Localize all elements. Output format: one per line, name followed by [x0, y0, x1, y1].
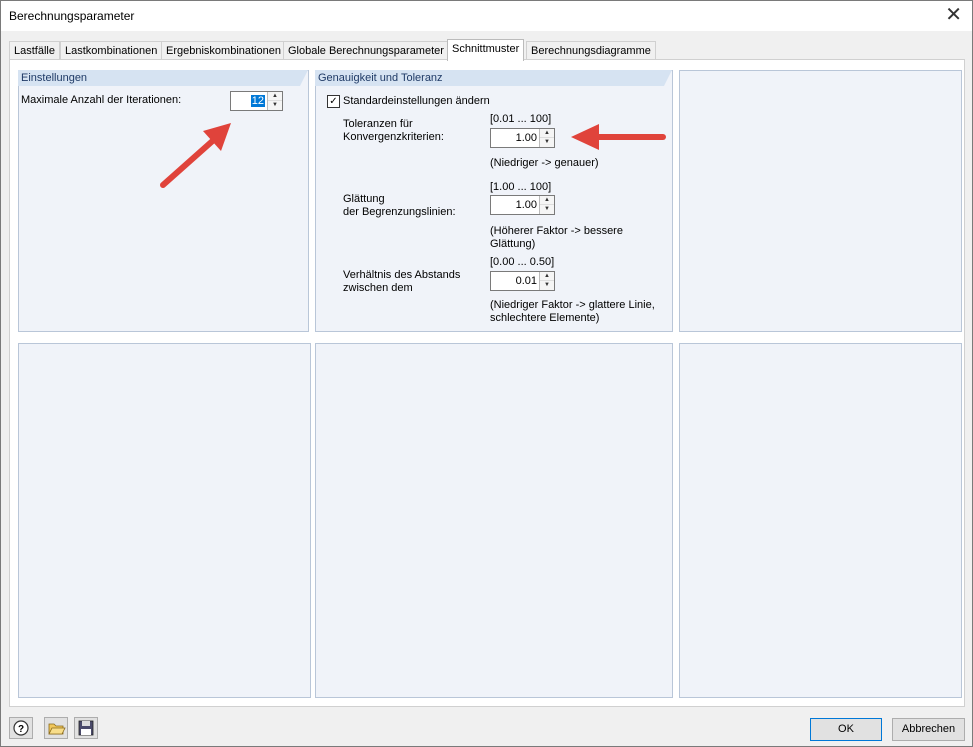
check-icon: ✓ [329, 96, 338, 107]
tab-lastfaelle[interactable]: Lastfälle [9, 41, 60, 60]
smoothing-hint-2: Glättung) [490, 238, 536, 250]
open-button[interactable] [44, 717, 68, 739]
spin-down-icon[interactable]: ▼ [540, 281, 554, 290]
distance-hint-1: (Niedriger Faktor -> glattere Linie, [490, 299, 655, 311]
spin-up-icon[interactable]: ▲ [540, 272, 554, 281]
settings-panel-header: Einstellungen [18, 70, 308, 86]
empty-panel-bottom-right [679, 343, 962, 698]
cancel-button[interactable]: Abbrechen [892, 718, 965, 741]
annotation-arrow-right [571, 124, 666, 150]
tab-label: Schnittmuster [452, 43, 520, 55]
empty-panel-bottom-center [315, 343, 673, 698]
tab-label: Ergebniskombinationen [166, 45, 281, 57]
tab-label: Lastkombinationen [65, 45, 158, 57]
iterations-value[interactable]: 12 [250, 95, 265, 107]
iterations-label: Maximale Anzahl der Iterationen: [21, 94, 182, 106]
tab-schnittmuster[interactable]: Schnittmuster [447, 39, 525, 61]
folder-open-icon [48, 723, 66, 735]
change-defaults-label: Standardeinstellungen ändern [343, 95, 490, 107]
close-icon[interactable]: ✕ [945, 4, 962, 26]
tolerance-label-1: Toleranzen für [343, 118, 413, 130]
settings-panel-title: Einstellungen [21, 72, 88, 84]
distance-ratio-spinner[interactable]: 0.01 ▲ ▼ [490, 271, 555, 291]
tolerance-value[interactable]: 1.00 [516, 132, 537, 144]
ok-button[interactable]: OK [810, 718, 882, 741]
accuracy-panel-header: Genauigkeit und Toleranz [315, 70, 672, 86]
tolerance-range: [0.01 ... 100] [490, 113, 552, 125]
tab-lastkombinationen[interactable]: Lastkombinationen [60, 41, 163, 60]
empty-panel-top-right [679, 70, 962, 332]
annotation-arrow-left [160, 123, 231, 188]
help-button[interactable]: ? [9, 717, 33, 739]
spin-up-icon[interactable]: ▲ [540, 196, 554, 205]
accuracy-panel-title: Genauigkeit und Toleranz [318, 72, 443, 84]
tab-globale-berechnungsparameter[interactable]: Globale Berechnungsparameter [283, 41, 449, 60]
tab-ergebniskombinationen[interactable]: Ergebniskombinationen [161, 41, 286, 60]
spin-up-icon[interactable]: ▲ [540, 129, 554, 138]
smoothing-range: [1.00 ... 100] [490, 181, 552, 193]
tolerance-label-2: Konvergenzkriterien: [343, 131, 444, 143]
help-icon: ? [13, 720, 29, 736]
distance-label-1: Verhältnis des Abstands [343, 269, 461, 281]
accuracy-panel: Genauigkeit und Toleranz ✓ Standardeinst… [315, 70, 673, 332]
change-defaults-checkbox[interactable]: ✓ [327, 95, 340, 108]
save-button[interactable] [74, 717, 98, 739]
title-bar: Berechnungsparameter ✕ [1, 1, 972, 31]
distance-range: [0.00 ... 0.50] [490, 256, 555, 268]
spin-down-icon[interactable]: ▼ [540, 138, 554, 147]
tab-label: Lastfälle [14, 45, 55, 57]
dialog-window: Berechnungsparameter ✕ Lastfälle Lastkom… [0, 0, 973, 747]
smoothing-spinner[interactable]: 1.00 ▲ ▼ [490, 195, 555, 215]
settings-panel: Einstellungen Maximale Anzahl der Iterat… [18, 70, 309, 332]
save-icon [78, 720, 94, 736]
tab-label: Berechnungsdiagramme [531, 45, 651, 57]
svg-text:?: ? [18, 724, 24, 735]
spin-down-icon[interactable]: ▼ [540, 205, 554, 214]
smoothing-label-2: der Begrenzungslinien: [343, 206, 456, 218]
tolerance-hint: (Niedriger -> genauer) [490, 157, 599, 169]
smoothing-value[interactable]: 1.00 [516, 199, 537, 211]
distance-ratio-value[interactable]: 0.01 [516, 275, 537, 287]
smoothing-hint-1: (Höherer Faktor -> bessere [490, 225, 623, 237]
spin-down-icon[interactable]: ▼ [268, 101, 282, 110]
spin-up-icon[interactable]: ▲ [268, 92, 282, 101]
tab-label: Globale Berechnungsparameter [288, 45, 444, 57]
distance-hint-2: schlechtere Elemente) [490, 312, 600, 324]
distance-label-2: zwischen dem [343, 282, 413, 294]
smoothing-label-1: Glättung [343, 193, 385, 205]
tolerance-spinner[interactable]: 1.00 ▲ ▼ [490, 128, 555, 148]
tab-berechnungsdiagramme[interactable]: Berechnungsdiagramme [526, 41, 656, 60]
window-title: Berechnungsparameter [9, 9, 135, 23]
empty-panel-bottom-left [18, 343, 311, 698]
iterations-spinner[interactable]: 12 ▲ ▼ [230, 91, 283, 111]
